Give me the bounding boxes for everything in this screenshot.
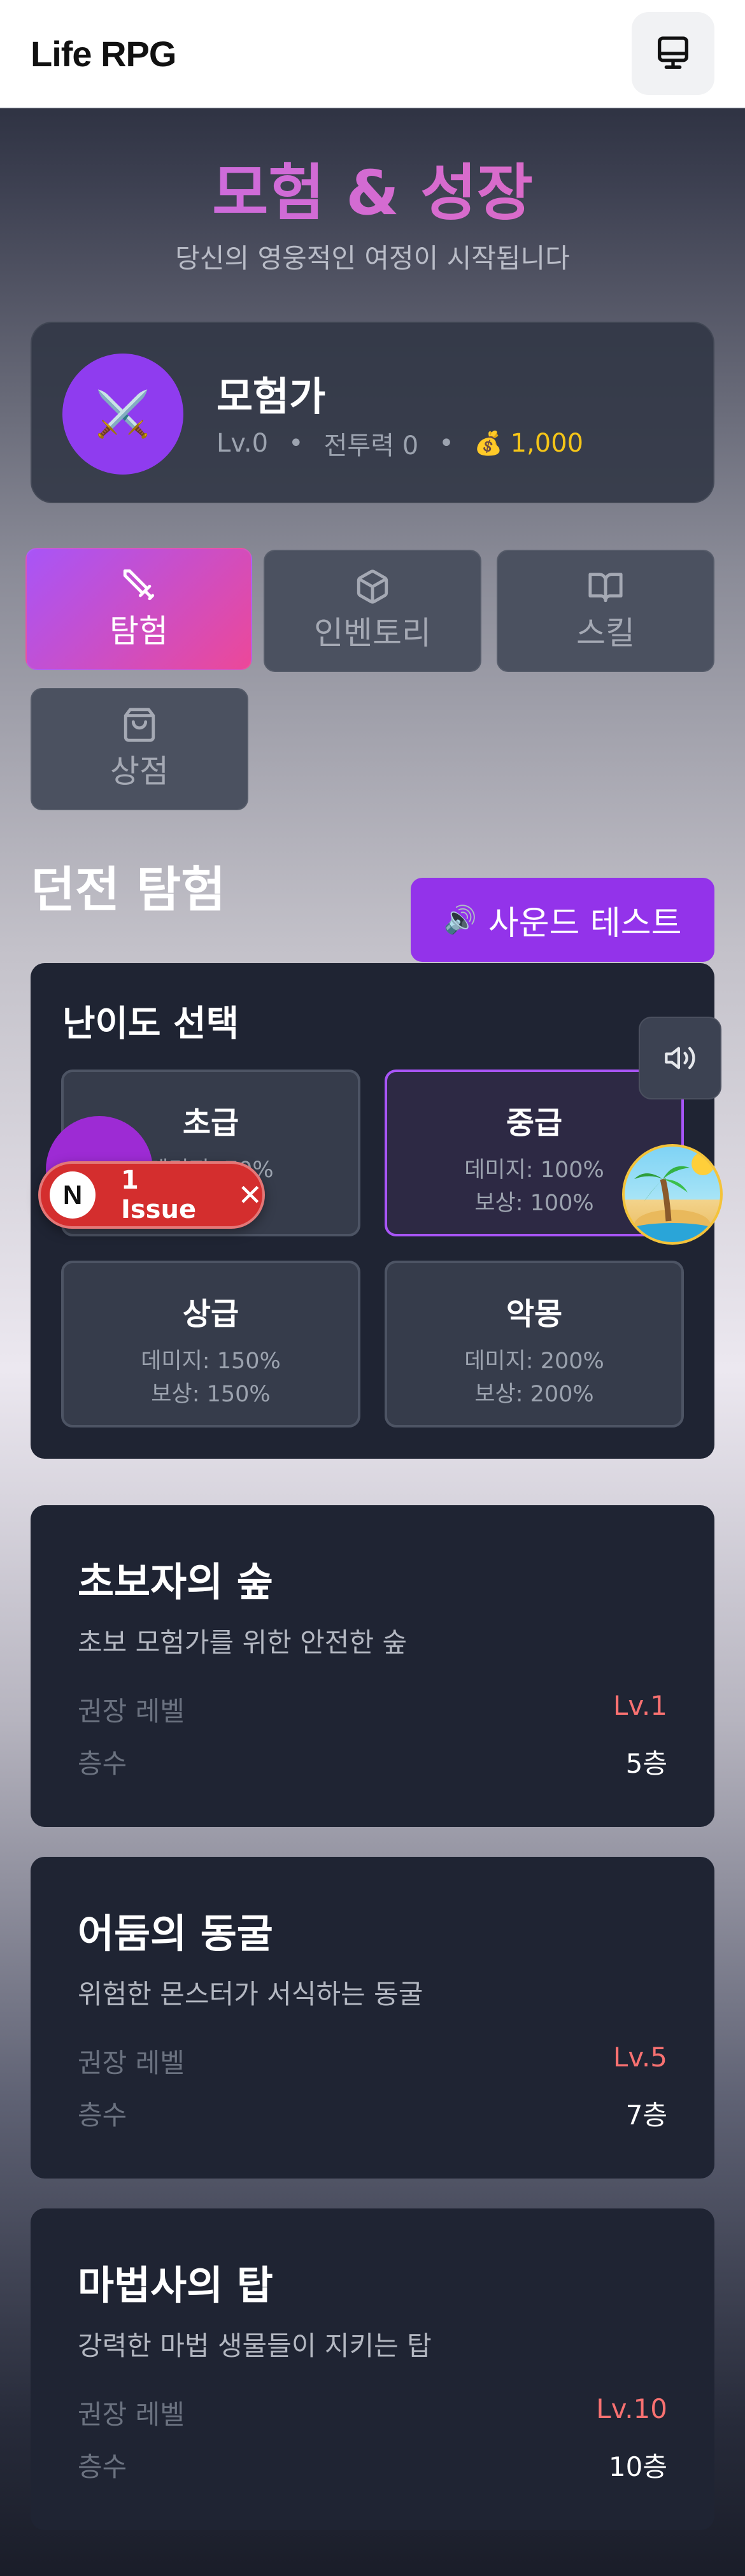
book-icon (588, 573, 623, 603)
difficulty-name: 상급 (182, 1296, 239, 1332)
issue-indicator[interactable]: N 1 Issue ✕ (38, 1161, 265, 1229)
beach-island-icon[interactable] (622, 1144, 723, 1245)
dungeon-floors-row: 층수 5층 (78, 1742, 667, 1781)
page-subtitle: 당신의 영웅적인 여정이 시작됩니다 (175, 243, 570, 274)
player-name: 모험가 (216, 373, 326, 420)
player-profile-card: ⚔️ 모험가 Lv.0 • 전투력 0 • 💰 1,000 (31, 322, 714, 503)
volume-toggle-button[interactable] (639, 1017, 721, 1099)
tab-explore[interactable]: 탐험 (25, 548, 252, 670)
player-power: 전투력 0 (323, 431, 419, 461)
tab-label: 탐험 (110, 613, 168, 650)
display-toggle-button[interactable] (632, 12, 714, 95)
app-title: Life RPG (31, 33, 176, 74)
recommended-level-value: Lv.1 (613, 1690, 667, 1721)
dungeon-card-cave[interactable]: 어둠의 동굴 위험한 몬스터가 서식하는 동굴 권장 레벨 Lv.5 층수 7층 (31, 1857, 714, 2179)
floors-label: 층수 (78, 1748, 127, 1779)
dungeon-level-row: 권장 레벨 Lv.5 (78, 2042, 667, 2080)
nextjs-logo-icon: N (50, 1171, 96, 1219)
difficulty-option-nightmare[interactable]: 악몽 데미지: 200% 보상: 200% (385, 1261, 684, 1428)
tab-label: 스킬 (576, 615, 635, 652)
speaker-icon: 🔊 (443, 904, 477, 935)
dungeon-name: 초보자의 숲 (78, 1559, 273, 1605)
dungeon-description: 위험한 몬스터가 서식하는 동굴 (78, 1979, 423, 2010)
recommended-level-label: 권장 레벨 (78, 1696, 185, 1727)
difficulty-heading: 난이도 선택 (62, 1003, 239, 1045)
difficulty-reward: 보상: 150% (151, 1382, 271, 1407)
stat-separator: • (439, 429, 454, 458)
dungeon-card-tower[interactable]: 마법사의 탑 강력한 마법 생물들이 지키는 탑 권장 레벨 Lv.10 층수 … (31, 2208, 714, 2530)
dungeon-floors-row: 층수 10층 (78, 2445, 667, 2484)
sword-icon (123, 569, 155, 601)
tab-label: 인벤토리 (314, 615, 431, 652)
dungeon-name: 마법사의 탑 (78, 2262, 273, 2308)
dungeon-level-row: 권장 레벨 Lv.10 (78, 2393, 667, 2432)
player-level: Lv.0 (216, 429, 269, 458)
floors-label: 층수 (78, 2451, 127, 2482)
sound-test-label: 사운드 테스트 (488, 904, 682, 943)
close-icon[interactable]: ✕ (238, 1178, 262, 1212)
difficulty-name: 악몽 (506, 1296, 563, 1332)
package-icon (357, 569, 388, 604)
difficulty-damage: 데미지: 150% (141, 1349, 281, 1374)
sound-test-button[interactable]: 🔊 사운드 테스트 (411, 878, 714, 962)
dungeon-card-forest[interactable]: 초보자의 숲 초보 모험가를 위한 안전한 숲 권장 레벨 Lv.1 층수 5층 (31, 1505, 714, 1827)
tab-label: 상점 (110, 753, 169, 790)
dungeon-description: 초보 모험가를 위한 안전한 숲 (78, 1627, 408, 1658)
player-gold: 1,000 (510, 429, 584, 458)
stat-separator: • (288, 429, 304, 458)
dungeon-name: 어둠의 동굴 (78, 1910, 273, 1957)
recommended-level-value: Lv.10 (596, 2393, 667, 2424)
dungeon-floors-row: 층수 7층 (78, 2094, 667, 2133)
tab-shop[interactable]: 상점 (31, 688, 248, 810)
dungeon-description: 강력한 마법 생물들이 지키는 탑 (78, 2330, 432, 2361)
player-stats: Lv.0 • 전투력 0 • 💰 1,000 (216, 425, 583, 462)
crossed-swords-icon: ⚔️ (62, 354, 183, 475)
tab-skills[interactable]: 스킬 (497, 550, 714, 672)
recommended-level-label: 권장 레벨 (78, 2399, 185, 2430)
money-bag-icon: 💰 (474, 431, 503, 457)
volume-icon (665, 1047, 695, 1070)
recommended-level-label: 권장 레벨 (78, 2047, 185, 2079)
issue-count: 1 Issue (120, 1166, 197, 1224)
tab-inventory[interactable]: 인벤토리 (264, 550, 481, 672)
dungeon-level-row: 권장 레벨 Lv.1 (78, 1690, 667, 1729)
difficulty-reward: 보상: 200% (474, 1382, 594, 1407)
floors-value: 5층 (625, 1748, 667, 1779)
floors-value: 7층 (625, 2100, 667, 2131)
section-title: 던전 탐험 (31, 861, 226, 918)
floors-value: 10층 (608, 2451, 667, 2482)
difficulty-option-advanced[interactable]: 상급 데미지: 150% 보상: 150% (61, 1261, 360, 1428)
difficulty-name: 중급 (506, 1105, 563, 1141)
difficulty-damage: 데미지: 200% (464, 1349, 604, 1374)
palm-tree-icon (625, 1152, 720, 1242)
shopping-bag-icon (124, 708, 155, 742)
top-bar: Life RPG (0, 0, 745, 108)
page-title: 모험 & 성장 (0, 143, 745, 232)
floors-label: 층수 (78, 2100, 127, 2131)
recommended-level-value: Lv.5 (613, 2042, 667, 2073)
monitor-icon (658, 36, 688, 69)
